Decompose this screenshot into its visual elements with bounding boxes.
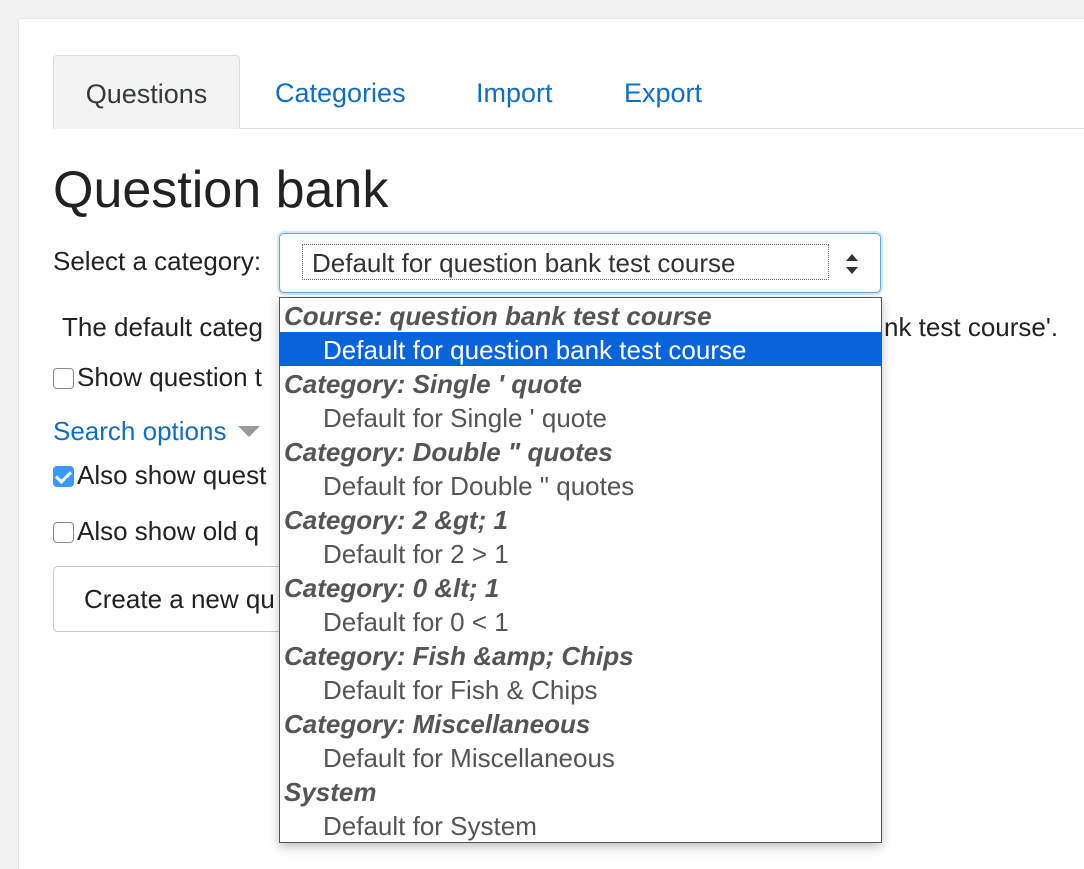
page-title: Question bank [53,161,389,219]
dropdown-group-label: Category: Fish &amp; Chips [284,641,634,671]
search-options-label: Search options [53,416,227,446]
select-updown-icon [846,254,858,274]
dropdown-group-label: Category: Single ' quote [284,369,582,399]
show-question-text-checkbox[interactable] [53,368,74,389]
tab-export[interactable]: Export [624,55,702,127]
create-new-question-button[interactable]: Create a new qu [53,566,293,632]
also-show-old-row: Also show old q [53,516,259,547]
category-select-label: Select a category: [53,246,262,276]
show-question-text-label: Show question t [77,362,263,392]
also-show-old-checkbox[interactable] [53,522,74,543]
dropdown-group-label: Category: Double " quotes [284,437,613,467]
also-show-old-label: Also show old q [77,516,260,546]
search-options-toggle[interactable]: Search options [53,416,261,447]
dropdown-group-label: Category: Miscellaneous [284,709,591,739]
dropdown-option[interactable]: Default for 0 < 1 [280,604,881,638]
dropdown-group-label: System [284,777,377,807]
tab-questions[interactable]: Questions [53,55,240,129]
also-show-questions-row: Also show quest [53,460,266,491]
caret-down-icon [238,426,261,437]
also-show-questions-label: Also show quest [77,460,267,490]
tab-bar: Questions Categories Import Export [53,55,1084,129]
dropdown-option[interactable]: Default for question bank test course [280,332,881,366]
category-dropdown-list: Course: question bank test course Defaul… [279,297,882,843]
category-description: The default categ [62,312,263,342]
also-show-questions-checkbox[interactable] [53,466,74,487]
dropdown-group-label: Category: 2 &gt; 1 [284,505,508,535]
dropdown-option[interactable]: Default for 2 > 1 [280,536,881,570]
dropdown-group-label: Course: question bank test course [284,301,712,331]
dropdown-option[interactable]: Default for Miscellaneous [280,740,881,774]
category-select-value: Default for question bank test course [302,244,829,280]
tab-categories[interactable]: Categories [275,55,406,127]
dropdown-group-label: Category: 0 &lt; 1 [284,573,500,603]
dropdown-option[interactable]: Default for Double " quotes [280,468,881,502]
category-select[interactable]: Default for question bank test course [279,233,881,293]
dropdown-option[interactable]: Default for Single ' quote [280,400,881,434]
category-description-tail: nk test course'. [884,312,1059,342]
dropdown-option[interactable]: Default for Fish & Chips [280,672,881,706]
show-question-text-row: Show question t [53,362,262,393]
tab-import[interactable]: Import [476,55,553,127]
dropdown-option[interactable]: Default for System [280,808,881,842]
